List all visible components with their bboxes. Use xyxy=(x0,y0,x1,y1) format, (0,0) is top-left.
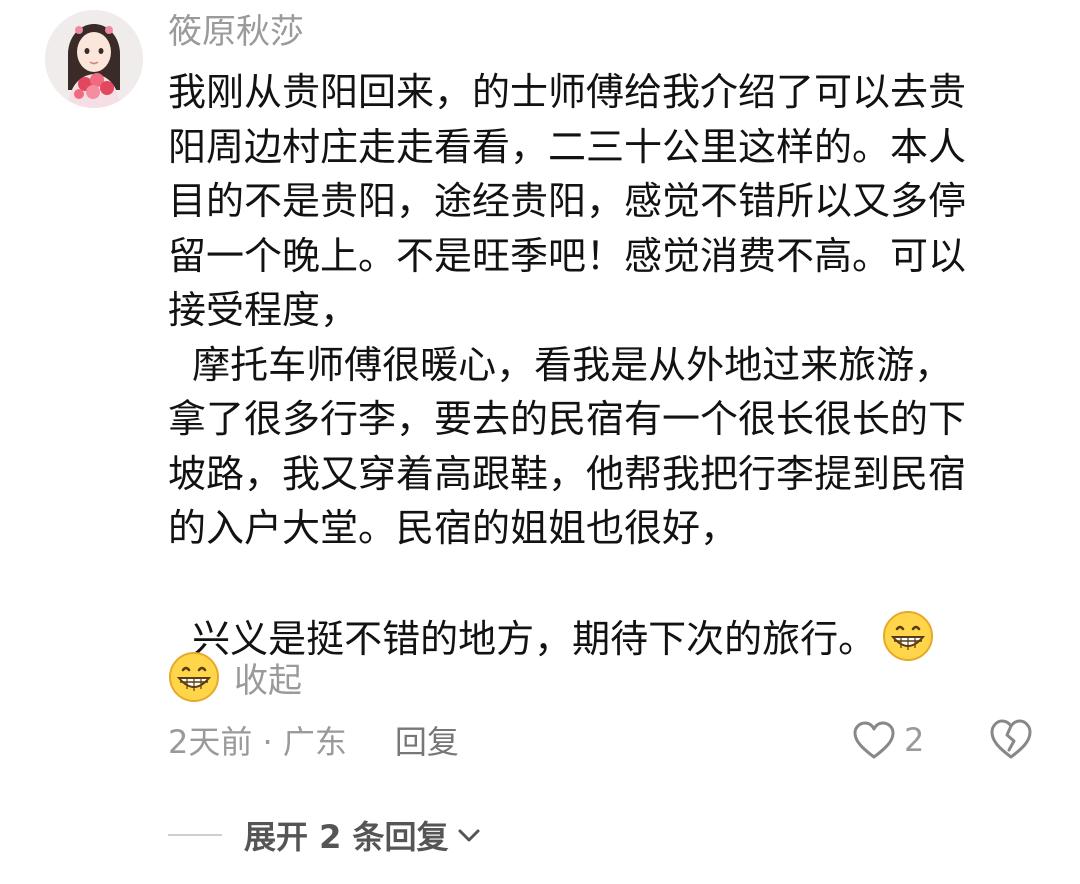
reply-button[interactable]: 回复 xyxy=(395,717,459,763)
grinning-face-icon xyxy=(169,652,219,702)
avatar[interactable] xyxy=(45,10,143,108)
chevron-down-icon xyxy=(458,829,480,842)
body-line: 留一个晚上。不是旺季吧！感觉消费不高。可以 xyxy=(168,233,967,278)
expand-replies-label: 展开 2 条回复 xyxy=(244,818,449,856)
heart-outline-icon xyxy=(853,721,895,759)
comment-body: 我刚从贵阳回来，的士师傅给我介绍了可以去贵 阳周边村庄走走看看，二三十公里这样的… xyxy=(168,65,1038,667)
body-line: 摩托车师傅很暖心，看我是从外地过来旅游， xyxy=(168,342,953,387)
body-line: 坡路，我又穿着高跟鞋，他帮我把行李提到民宿 xyxy=(168,451,967,496)
dislike-button[interactable] xyxy=(988,716,1034,762)
avatar-girl-with-roses-icon xyxy=(45,10,143,108)
like-count: 2 xyxy=(904,721,925,759)
comment-item: 筱原秋莎 我刚从贵阳回来，的士师傅给我介绍了可以去贵 阳周边村庄走走看看，二三十… xyxy=(0,0,1080,884)
body-line: 拿了很多行李，要去的民宿有一个很长很长的下 xyxy=(168,397,967,441)
body-line-blank xyxy=(168,556,1038,611)
time-location: 2天前 · 广东 xyxy=(168,723,347,761)
body-line: 阳周边村庄走走看看，二三十公里这样的。本人 xyxy=(168,124,967,169)
collapse-row: 收起 xyxy=(168,650,302,704)
username[interactable]: 筱原秋莎 xyxy=(168,9,304,55)
broken-heart-icon xyxy=(990,719,1032,759)
expand-replies-button[interactable]: 展开 2 条回复 xyxy=(168,808,483,862)
collapse-button[interactable]: 收起 xyxy=(234,653,302,702)
body-line: 的入户大堂。民宿的姐姐也很好， xyxy=(168,506,739,550)
body-line: 我刚从贵阳回来，的士师傅给我介绍了可以去贵 xyxy=(168,70,967,114)
body-line: 接受程度， xyxy=(168,288,359,332)
grinning-face-icon xyxy=(883,611,934,661)
like-button[interactable]: 2 xyxy=(852,715,924,765)
body-line: 目的不是贵阳，途经贵阳，感觉不错所以又多停 xyxy=(168,179,967,223)
divider-line xyxy=(168,834,222,836)
comment-meta: 2天前 · 广东 回复 xyxy=(168,715,459,765)
